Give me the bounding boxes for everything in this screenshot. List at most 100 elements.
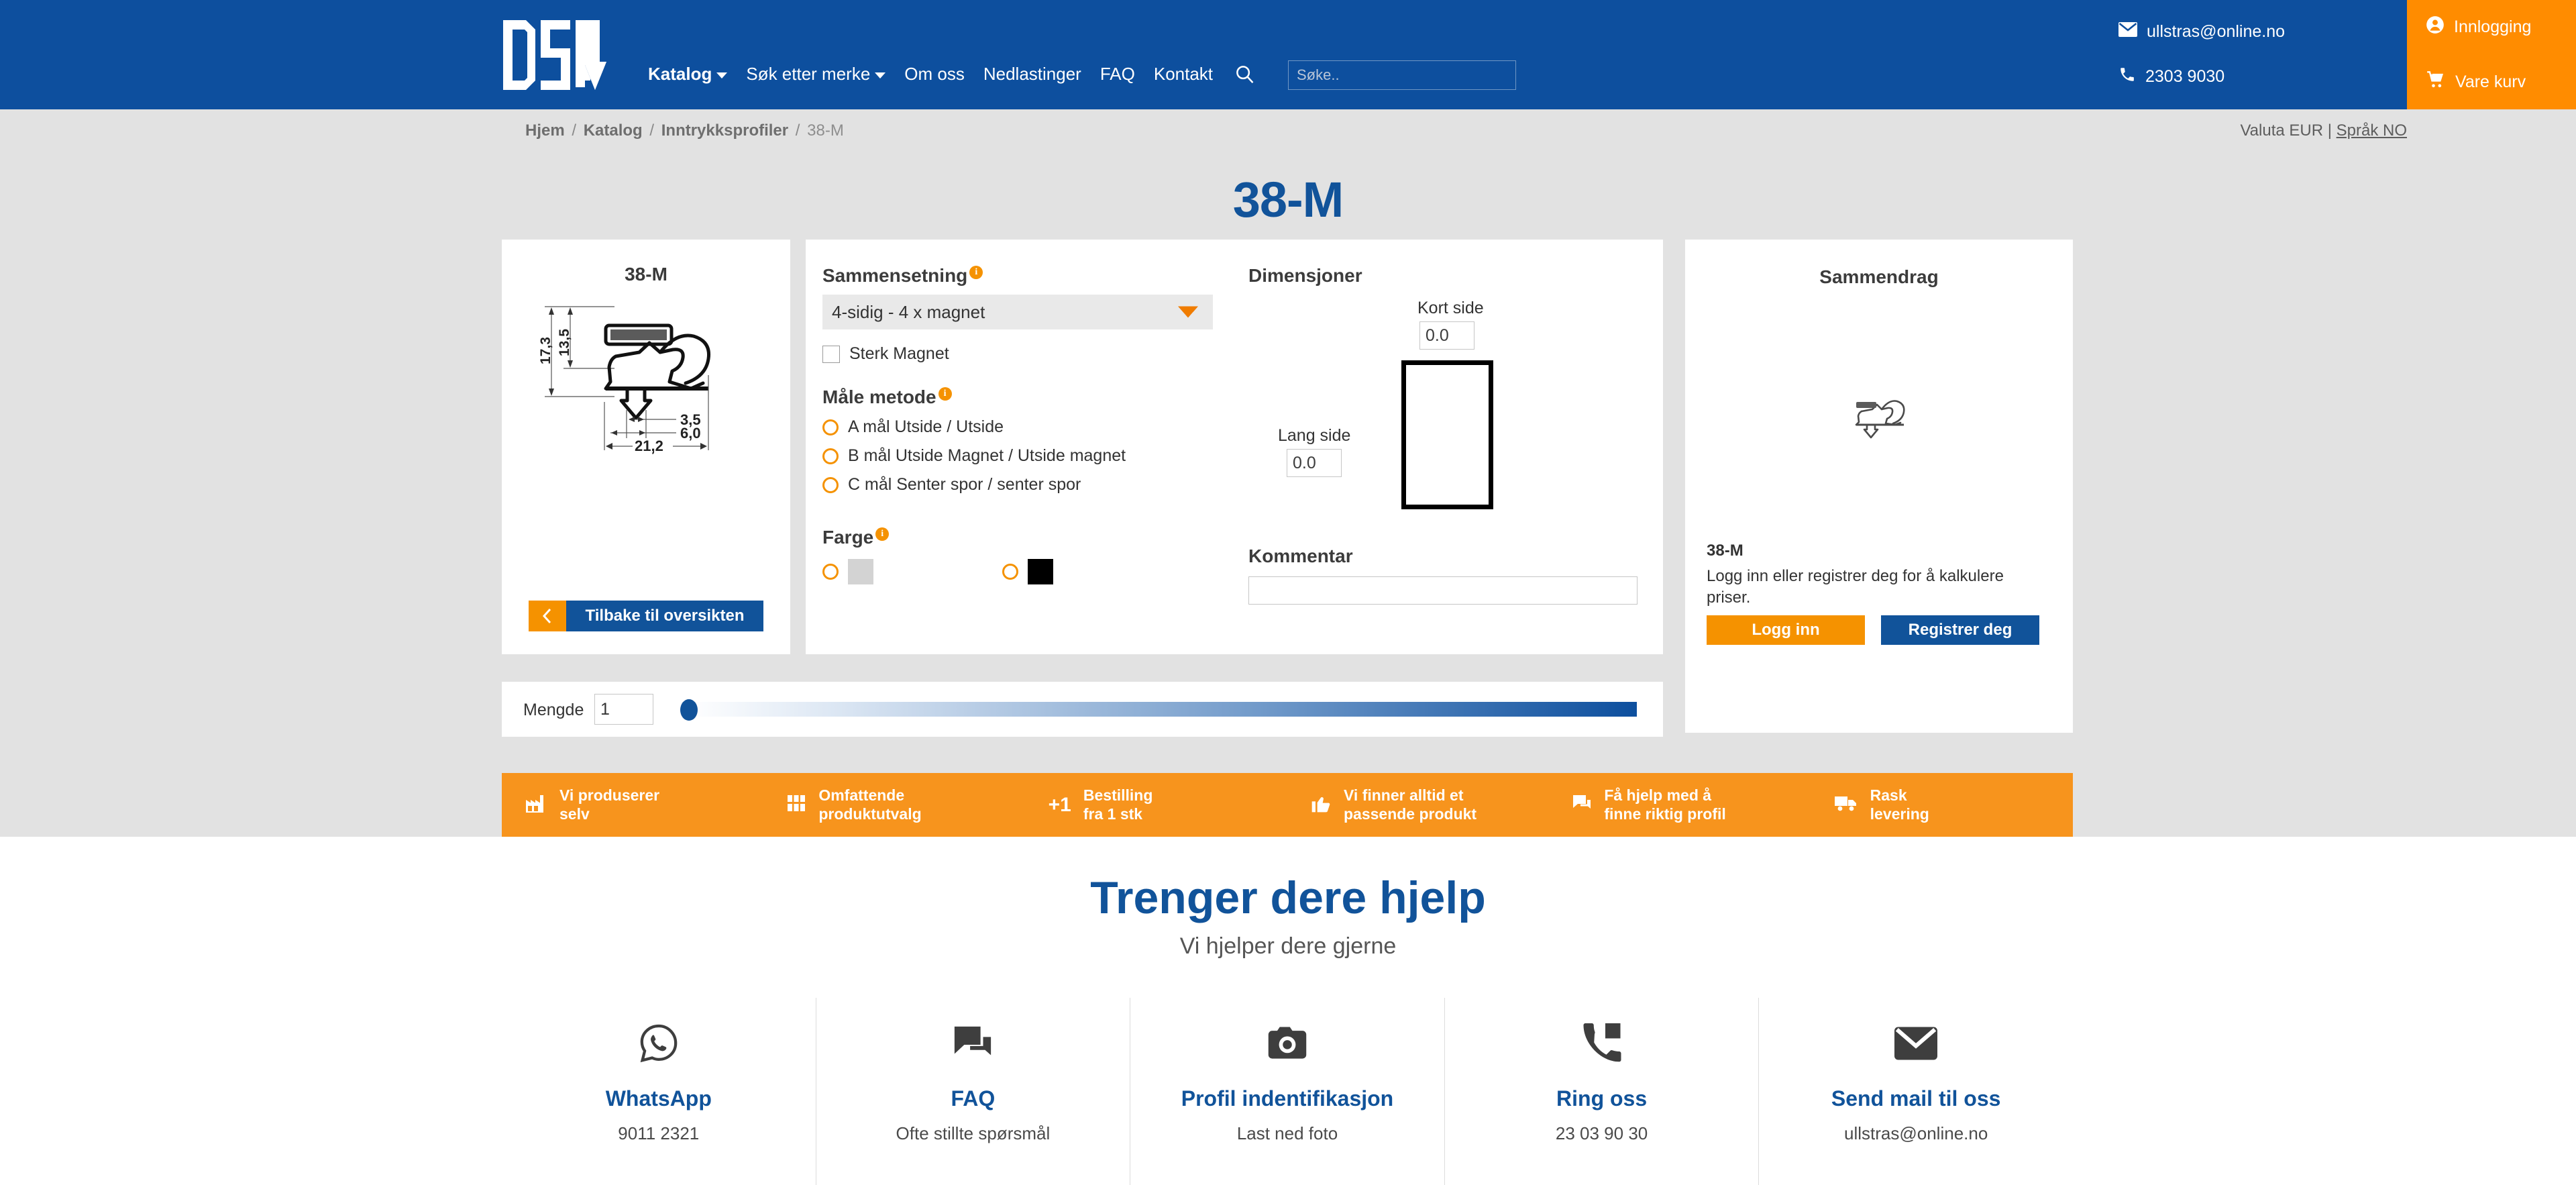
comment-input[interactable] bbox=[1248, 576, 1638, 605]
usp-item-hjelp-profil: Få hjelp med å finne riktig profil bbox=[1549, 786, 1811, 823]
composition-heading: Sammensetning i bbox=[822, 265, 983, 287]
usp-text: Rask levering bbox=[1870, 786, 1929, 823]
help-tile-faq[interactable]: FAQ Ofte stillte spørsmål bbox=[816, 998, 1131, 1185]
dimensions-diagram: Kort side Lang side bbox=[1248, 289, 1651, 558]
summary-register-button[interactable]: Registrer deg bbox=[1881, 615, 2039, 645]
radio-icon[interactable] bbox=[822, 476, 839, 493]
language-link[interactable]: Språk NO bbox=[2337, 121, 2407, 140]
chat-icon bbox=[952, 1015, 994, 1072]
help-heading: Trenger dere hjelp bbox=[1090, 872, 1486, 923]
site-header: Katalog Søk etter merke Om oss Nedlastin… bbox=[0, 0, 2576, 109]
nav-item-nedlastinger[interactable]: Nedlastinger bbox=[974, 64, 1091, 83]
slider-handle[interactable] bbox=[680, 699, 698, 721]
measure-method-label: B mål Utside Magnet / Utside magnet bbox=[848, 446, 1126, 465]
radio-icon[interactable] bbox=[822, 564, 839, 580]
breadcrumb-item-hjem[interactable]: Hjem bbox=[525, 121, 565, 140]
help-tile-title: FAQ bbox=[951, 1086, 996, 1111]
breadcrumb: Hjem / Katalog / Inntrykksprofiler / 38-… bbox=[525, 121, 844, 140]
header-phone[interactable]: 2303 9030 bbox=[2118, 66, 2400, 88]
dimension-preview-rectangle bbox=[1401, 360, 1493, 509]
summary-note: Logg inn eller registrer deg for å kalku… bbox=[1707, 567, 2004, 607]
measure-method-heading: Måle metode i bbox=[822, 387, 952, 408]
long-side-label: Lang side bbox=[1278, 426, 1351, 445]
info-icon[interactable]: i bbox=[875, 527, 890, 541]
search-input[interactable] bbox=[1289, 61, 1515, 89]
usp-item-rask-levering: Rask levering bbox=[1811, 786, 2073, 823]
main-nav: Katalog Søk etter merke Om oss Nedlastin… bbox=[639, 64, 1264, 84]
breadcrumb-bar: Hjem / Katalog / Inntrykksprofiler / 38-… bbox=[0, 109, 2576, 151]
nav-label: Søk etter merke bbox=[746, 64, 871, 84]
camera-icon bbox=[1266, 1015, 1309, 1072]
radio-icon[interactable] bbox=[1002, 564, 1018, 580]
grey-swatch bbox=[848, 559, 873, 584]
phone-icon bbox=[1582, 1015, 1622, 1072]
strong-magnet-checkbox[interactable] bbox=[822, 345, 840, 363]
help-tile-meta: 23 03 90 30 bbox=[1555, 1123, 1648, 1143]
cart-button[interactable]: Vare kurv bbox=[2407, 55, 2576, 110]
search-input-wrapper[interactable] bbox=[1288, 60, 1516, 90]
summary-card: Sammendrag 38-M Logg inn eller registrer… bbox=[1685, 240, 2073, 733]
user-icon bbox=[2426, 15, 2445, 39]
search-icon[interactable] bbox=[1234, 64, 1254, 84]
quantity-label: Mengde bbox=[523, 701, 584, 719]
summary-product-code: 38-M bbox=[1707, 542, 1743, 560]
chevron-down-icon bbox=[875, 72, 886, 79]
measure-method-label: C mål Senter spor / senter spor bbox=[848, 475, 1081, 494]
product-drawing-card: 38-M 17,3 13,5 3,5 6,0 21,2 Tilbake til … bbox=[502, 240, 790, 654]
measure-method-option-a[interactable]: A mål Utside / Utside bbox=[822, 417, 1238, 437]
info-icon[interactable]: i bbox=[969, 266, 983, 279]
usp-text: Vi produserer selv bbox=[559, 786, 660, 823]
measure-method-option-b[interactable]: B mål Utside Magnet / Utside magnet bbox=[822, 446, 1238, 466]
measure-method-label: A mål Utside / Utside bbox=[848, 417, 1004, 436]
help-section: Trenger dere hjelp Vi hjelper dere gjern… bbox=[0, 837, 2576, 1185]
color-option-black[interactable] bbox=[1002, 559, 1053, 584]
usp-item-produktutvalg: Omfattende produktutvalg bbox=[763, 786, 1025, 823]
usp-text: Omfattende produktutvalg bbox=[818, 786, 922, 823]
color-option-grey[interactable] bbox=[822, 559, 873, 584]
back-to-overview-button[interactable]: Tilbake til oversikten bbox=[529, 601, 763, 631]
quantity-bar: Mengde bbox=[502, 682, 1663, 737]
summary-login-button[interactable]: Logg inn bbox=[1707, 615, 1865, 645]
help-tile-ring-oss[interactable]: Ring oss 23 03 90 30 bbox=[1445, 998, 1760, 1185]
quantity-slider[interactable] bbox=[680, 699, 1637, 721]
cart-label: Vare kurv bbox=[2455, 72, 2526, 91]
login-button[interactable]: Innlogging bbox=[2407, 0, 2576, 55]
configurator-left-column: Sammensetning i 4-sidig - 4 x magnet Ste… bbox=[822, 265, 1238, 584]
dsu-logo[interactable] bbox=[502, 19, 609, 91]
header-email[interactable]: ullstras@online.no bbox=[2118, 21, 2400, 42]
usp-item-bestilling: +1 Bestilling fra 1 stk bbox=[1026, 786, 1287, 823]
nav-item-faq[interactable]: FAQ bbox=[1091, 64, 1144, 83]
long-side-input[interactable] bbox=[1287, 449, 1342, 477]
quantity-input[interactable] bbox=[594, 694, 653, 725]
radio-icon[interactable] bbox=[822, 448, 839, 464]
factory-icon bbox=[525, 793, 547, 817]
svg-text:21,2: 21,2 bbox=[635, 437, 663, 454]
composition-selected-value: 4-sidig - 4 x magnet bbox=[832, 301, 985, 322]
breadcrumb-item-katalog[interactable]: Katalog bbox=[584, 121, 643, 140]
nav-item-om-oss[interactable]: Om oss bbox=[895, 64, 974, 83]
breadcrumb-item-inntrykksprofiler[interactable]: Inntrykksprofiler bbox=[661, 121, 788, 140]
header-phone-label: 2303 9030 bbox=[2145, 66, 2225, 86]
grid-icon bbox=[786, 793, 806, 817]
short-side-input[interactable] bbox=[1419, 321, 1474, 350]
breadcrumb-item-current: 38-M bbox=[807, 121, 844, 140]
nav-item-sok-etter-merke[interactable]: Søk etter merke bbox=[737, 64, 895, 83]
nav-item-kontakt[interactable]: Kontakt bbox=[1144, 64, 1222, 83]
cart-icon bbox=[2426, 70, 2446, 94]
header-actions: Innlogging Vare kurv bbox=[2407, 0, 2576, 109]
profile-technical-drawing: 17,3 13,5 3,5 6,0 21,2 bbox=[538, 306, 711, 455]
breadcrumb-separator: / bbox=[795, 121, 800, 140]
radio-icon[interactable] bbox=[822, 419, 839, 435]
slider-track[interactable] bbox=[686, 702, 1637, 717]
help-tile-profil-identifikasjon[interactable]: Profil indentifikasjon Last ned foto bbox=[1130, 998, 1445, 1185]
help-tile-send-mail[interactable]: Send mail til oss ullstras@online.no bbox=[1759, 998, 2073, 1185]
composition-select[interactable]: 4-sidig - 4 x magnet bbox=[822, 295, 1213, 329]
strong-magnet-checkbox-row[interactable]: Sterk Magnet bbox=[822, 344, 1238, 364]
nav-item-katalog[interactable]: Katalog bbox=[639, 64, 737, 83]
help-tile-meta: 9011 2321 bbox=[618, 1123, 700, 1143]
measure-method-option-c[interactable]: C mål Senter spor / senter spor bbox=[822, 475, 1238, 495]
info-icon[interactable]: i bbox=[938, 387, 952, 401]
page-root: Katalog Søk etter merke Om oss Nedlastin… bbox=[0, 0, 2576, 1185]
profile-thumbnail-icon bbox=[1855, 400, 1905, 439]
help-tile-whatsapp[interactable]: WhatsApp 9011 2321 bbox=[502, 998, 816, 1185]
